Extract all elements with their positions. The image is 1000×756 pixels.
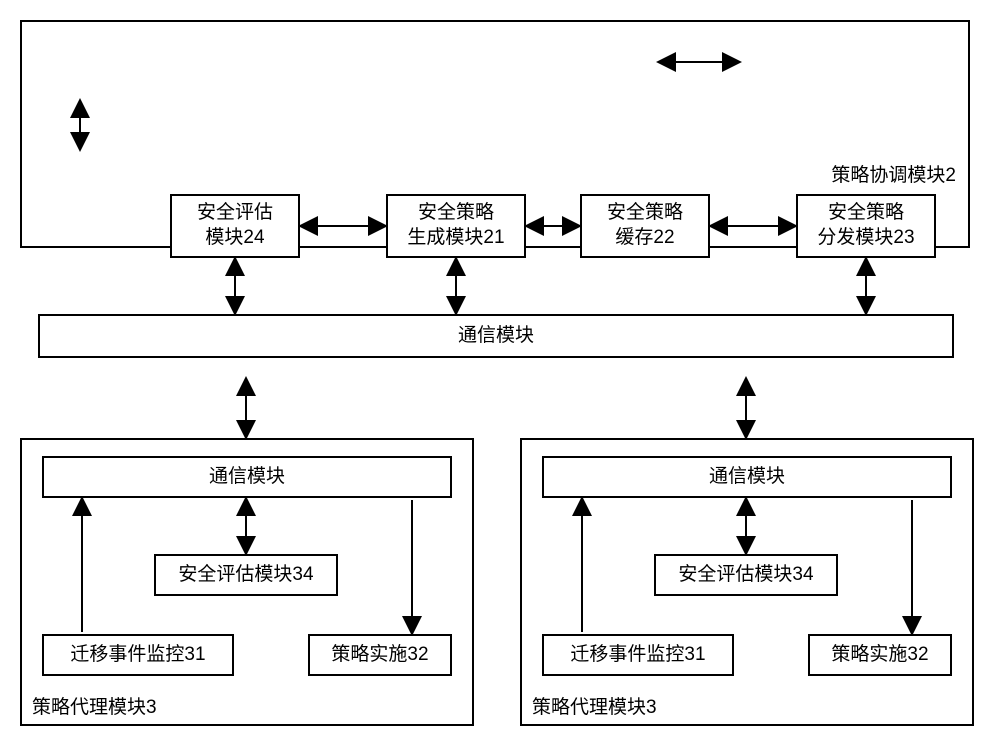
security-eval-text: 安全评估 模块24 — [197, 201, 273, 250]
agent-left-comm-box: 通信模块 — [42, 456, 452, 498]
policy-coord-title: 策略协调模块2 — [831, 160, 956, 187]
agent-right-comm-box: 通信模块 — [542, 456, 952, 498]
agent-right-impl-box: 策略实施32 — [808, 634, 952, 676]
agent-left-title: 策略代理模块3 — [32, 692, 157, 719]
agent-left-eval-text: 安全评估模块34 — [178, 563, 313, 588]
agent-left-impl-text: 策略实施32 — [331, 643, 428, 668]
agent-right-impl-text: 策略实施32 — [831, 643, 928, 668]
security-eval-box: 安全评估 模块24 — [170, 194, 300, 258]
policy-cache-box: 安全策略 缓存22 — [580, 194, 710, 258]
policy-dist-box: 安全策略 分发模块23 — [796, 194, 936, 258]
coord-comm-module-box: 通信模块 — [38, 314, 954, 358]
agent-left-impl-box: 策略实施32 — [308, 634, 452, 676]
agent-left-eval-box: 安全评估模块34 — [154, 554, 338, 596]
policy-dist-text: 安全策略 分发模块23 — [817, 201, 914, 250]
agent-right-eval-box: 安全评估模块34 — [654, 554, 838, 596]
agent-right-title: 策略代理模块3 — [532, 692, 657, 719]
policy-gen-box: 安全策略 生成模块21 — [386, 194, 526, 258]
policy-gen-text: 安全策略 生成模块21 — [407, 201, 504, 250]
agent-right-migration-text: 迁移事件监控31 — [570, 643, 705, 668]
agent-right-comm-text: 通信模块 — [709, 465, 785, 490]
agent-left-migration-text: 迁移事件监控31 — [70, 643, 205, 668]
policy-cache-text: 安全策略 缓存22 — [607, 201, 683, 250]
agent-right-migration-box: 迁移事件监控31 — [542, 634, 734, 676]
agent-right-eval-text: 安全评估模块34 — [678, 563, 813, 588]
agent-left-comm-text: 通信模块 — [209, 465, 285, 490]
coord-comm-module-text: 通信模块 — [458, 324, 534, 349]
agent-left-migration-box: 迁移事件监控31 — [42, 634, 234, 676]
